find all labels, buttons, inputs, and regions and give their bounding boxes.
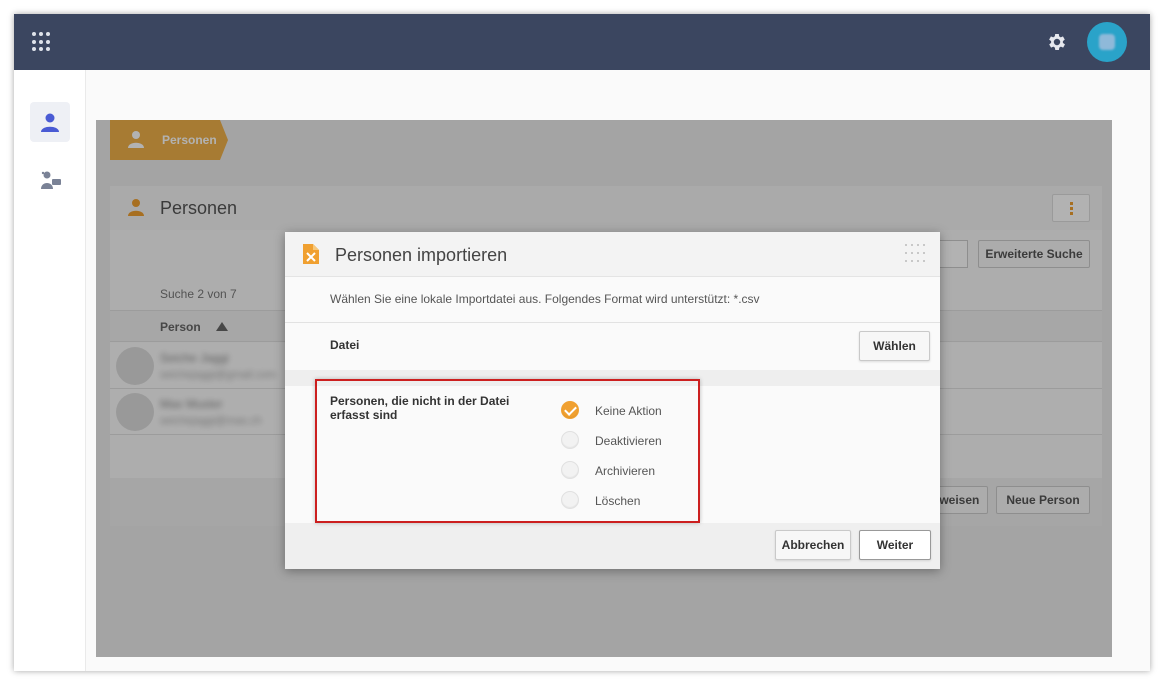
cancel-button[interactable]: Abbrechen bbox=[775, 530, 851, 560]
sidebar-item-persons[interactable] bbox=[30, 102, 70, 142]
gear-icon[interactable] bbox=[1046, 31, 1068, 53]
person-icon bbox=[41, 113, 59, 132]
dialog-footer: Abbrechen Weiter bbox=[285, 523, 940, 569]
top-bar bbox=[14, 14, 1150, 70]
apps-grid-icon[interactable] bbox=[32, 32, 52, 52]
dialog-description: Wählen Sie eine lokale Importdatei aus. … bbox=[330, 292, 760, 306]
excel-file-icon bbox=[303, 244, 319, 264]
drag-handle-icon[interactable] bbox=[905, 244, 925, 264]
dialog-header: Personen importieren bbox=[285, 232, 940, 277]
sidebar bbox=[14, 70, 86, 671]
user-avatar[interactable] bbox=[1087, 22, 1127, 62]
choose-file-button[interactable]: Wählen bbox=[859, 331, 930, 361]
highlight-annotation bbox=[315, 379, 700, 523]
next-button[interactable]: Weiter bbox=[859, 530, 931, 560]
file-label: Datei bbox=[330, 338, 360, 352]
sidebar-item-assignments[interactable] bbox=[30, 160, 70, 200]
divider bbox=[285, 322, 940, 323]
person-chat-icon bbox=[41, 171, 61, 189]
dialog-title: Personen importieren bbox=[335, 245, 508, 265]
